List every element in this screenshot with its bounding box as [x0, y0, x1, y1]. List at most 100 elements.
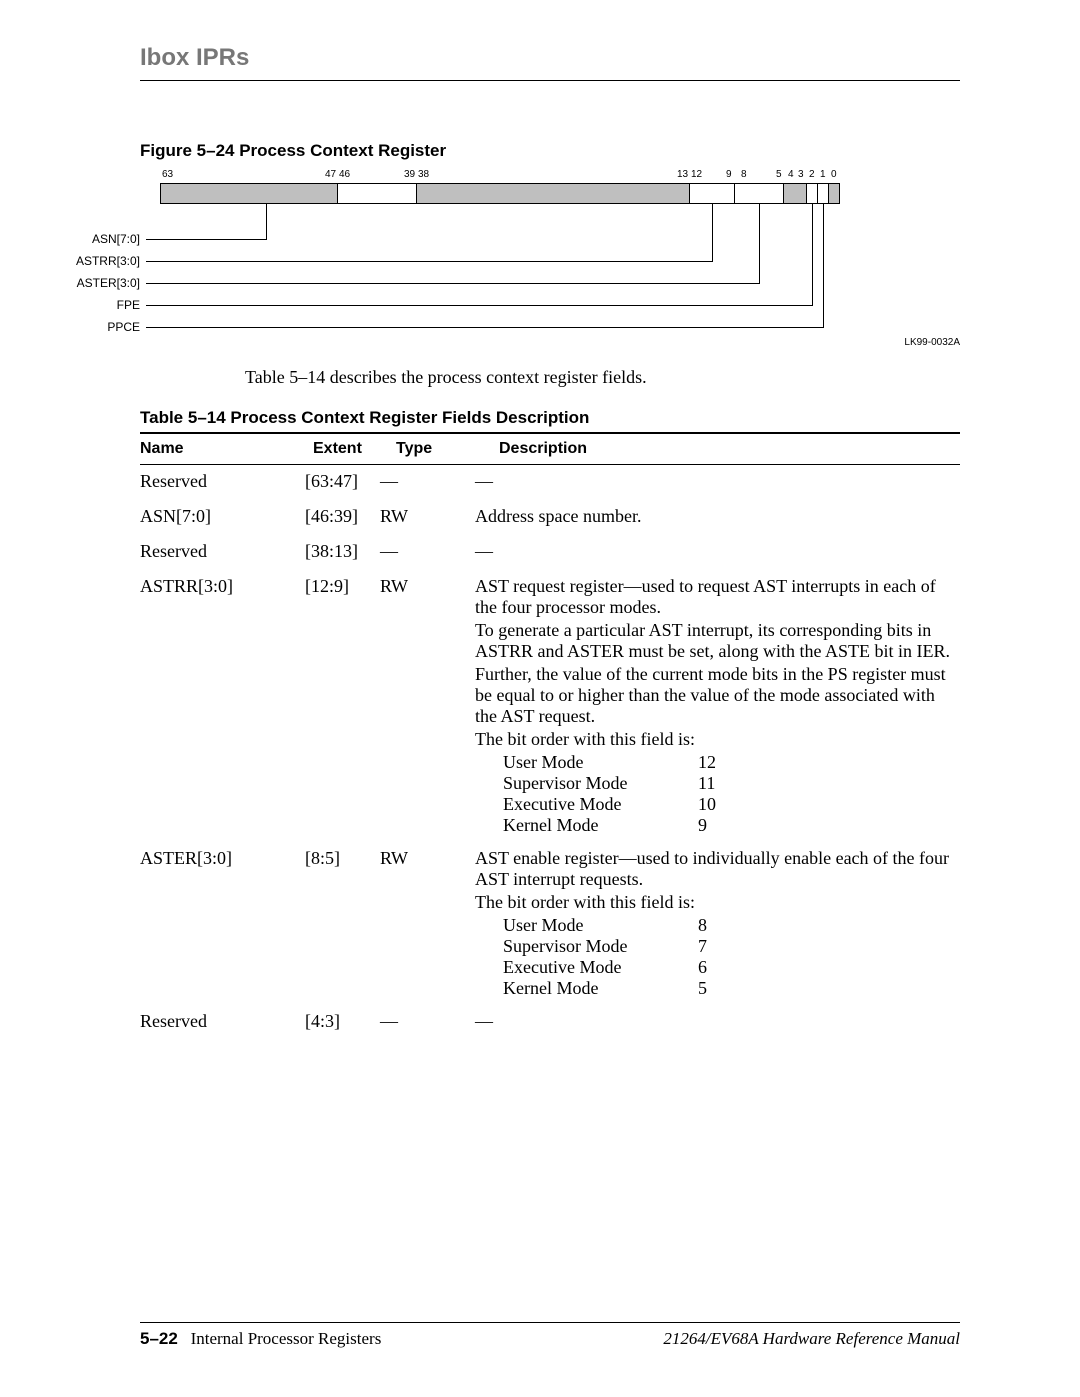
- cell-type: —: [380, 465, 475, 500]
- intro-text: Table 5–14 describes the process context…: [245, 367, 960, 388]
- lead-ppce: PPCE: [92, 320, 140, 334]
- bits-38-13: [416, 183, 690, 204]
- bit-num: 4: [788, 169, 794, 180]
- lead-fpe: FPE: [100, 298, 140, 312]
- mode-row: Executive Mode6: [503, 957, 952, 978]
- footer-section: Internal Processor Registers: [191, 1329, 382, 1348]
- page-number: 5–22: [140, 1329, 178, 1348]
- page-header: Ibox IPRs: [140, 44, 960, 72]
- mode-row: User Mode12: [503, 752, 952, 773]
- cell-name: ASN[7:0]: [140, 500, 305, 535]
- mode-row: Kernel Mode9: [503, 815, 952, 836]
- th-extent: Extent: [313, 434, 396, 464]
- table-row: Reserved[4:3]——: [140, 1005, 960, 1040]
- mode-row: User Mode8: [503, 915, 952, 936]
- bits-63-47: [160, 183, 338, 204]
- mode-name: Kernel Mode: [503, 978, 698, 999]
- footer-manual: 21264/EV68A Hardware Reference Manual: [663, 1329, 960, 1349]
- bits-8-5-aster: [734, 183, 784, 204]
- bit-num: 47: [325, 169, 336, 180]
- lead-aster: ASTER[3:0]: [60, 276, 140, 290]
- cell-description: —: [475, 1005, 960, 1040]
- table-header-row: Name Extent Type Description: [140, 434, 960, 464]
- lead-line: [146, 305, 812, 306]
- fields-table: Name Extent Type Description: [140, 434, 960, 464]
- th-type: Type: [396, 434, 499, 464]
- lead-line: [146, 283, 759, 284]
- mode-row: Supervisor Mode7: [503, 936, 952, 957]
- lead-line: [146, 327, 823, 328]
- bit-num: 8: [741, 169, 747, 180]
- desc-line: —: [475, 541, 952, 562]
- table-row: ASTRR[3:0][12:9]RWAST request register—u…: [140, 570, 960, 842]
- mode-bit: 10: [698, 794, 738, 815]
- desc-line: The bit order with this field is:: [475, 729, 952, 750]
- desc-line: The bit order with this field is:: [475, 892, 952, 913]
- lead-line: [812, 204, 813, 306]
- desc-line: AST enable register—used to individually…: [475, 848, 952, 890]
- table-caption: Table 5–14 Process Context Register Fiel…: [140, 408, 960, 428]
- mode-bit: 5: [698, 978, 738, 999]
- lead-line: [266, 204, 267, 240]
- th-desc: Description: [499, 434, 960, 464]
- cell-name: ASTRR[3:0]: [140, 570, 305, 842]
- bits-4-3: [783, 183, 807, 204]
- mode-row: Executive Mode10: [503, 794, 952, 815]
- lead-astrr: ASTRR[3:0]: [60, 254, 140, 268]
- desc-line: —: [475, 471, 952, 492]
- cell-extent: [8:5]: [305, 842, 380, 1005]
- mode-list: User Mode12Supervisor Mode11Executive Mo…: [503, 752, 952, 836]
- bit-num: 13: [677, 169, 688, 180]
- table-row: ASTER[3:0][8:5]RWAST enable register—use…: [140, 842, 960, 1005]
- cell-name: Reserved: [140, 535, 305, 570]
- cell-description: —: [475, 465, 960, 500]
- lead-line: [712, 204, 713, 262]
- bit-num: 46: [339, 169, 350, 180]
- bit-num: 3: [798, 169, 804, 180]
- desc-line: To generate a particular AST interrupt, …: [475, 620, 952, 662]
- bit-num: 39: [404, 169, 415, 180]
- mode-bit: 11: [698, 773, 738, 794]
- mode-row: Supervisor Mode11: [503, 773, 952, 794]
- lead-line: [823, 204, 824, 328]
- mode-bit: 6: [698, 957, 738, 978]
- bit-num: 12: [691, 169, 702, 180]
- table-row: Reserved[38:13]——: [140, 535, 960, 570]
- desc-line: AST request register—used to request AST…: [475, 576, 952, 618]
- figure-caption: Figure 5–24 Process Context Register: [140, 141, 960, 161]
- bit-num: 38: [418, 169, 429, 180]
- page-footer: 5–22 Internal Processor Registers 21264/…: [140, 1314, 960, 1349]
- cell-extent: [63:47]: [305, 465, 380, 500]
- mode-name: Supervisor Mode: [503, 936, 698, 957]
- cell-description: —: [475, 535, 960, 570]
- mode-row: Kernel Mode5: [503, 978, 952, 999]
- desc-line: Further, the value of the current mode b…: [475, 664, 952, 727]
- bits-46-39-asn: [337, 183, 417, 204]
- mode-name: Kernel Mode: [503, 815, 698, 836]
- desc-line: —: [475, 1011, 952, 1032]
- header-rule: [140, 80, 960, 81]
- table-row: Reserved[63:47]——: [140, 465, 960, 500]
- bit-num: 5: [776, 169, 782, 180]
- lead-line: [146, 261, 712, 262]
- desc-line: Address space number.: [475, 506, 952, 527]
- bits-12-9-astrr: [689, 183, 735, 204]
- figure-id: LK99-0032A: [904, 337, 960, 348]
- footer-left: 5–22 Internal Processor Registers: [140, 1329, 381, 1349]
- table-row: ASN[7:0][46:39]RWAddress space number.: [140, 500, 960, 535]
- mode-bit: 9: [698, 815, 738, 836]
- cell-name: Reserved: [140, 465, 305, 500]
- footer-rule: [140, 1322, 960, 1323]
- mode-name: User Mode: [503, 752, 698, 773]
- cell-extent: [38:13]: [305, 535, 380, 570]
- mode-name: User Mode: [503, 915, 698, 936]
- cell-type: —: [380, 1005, 475, 1040]
- cell-type: RW: [380, 500, 475, 535]
- mode-bit: 7: [698, 936, 738, 957]
- bit-num: 9: [726, 169, 732, 180]
- cell-description: AST request register—used to request AST…: [475, 570, 960, 842]
- lead-line: [759, 204, 760, 284]
- fields-table-body: Reserved[63:47]——ASN[7:0][46:39]RWAddres…: [140, 465, 960, 1040]
- lead-line: [146, 239, 266, 240]
- bit-num: 2: [809, 169, 815, 180]
